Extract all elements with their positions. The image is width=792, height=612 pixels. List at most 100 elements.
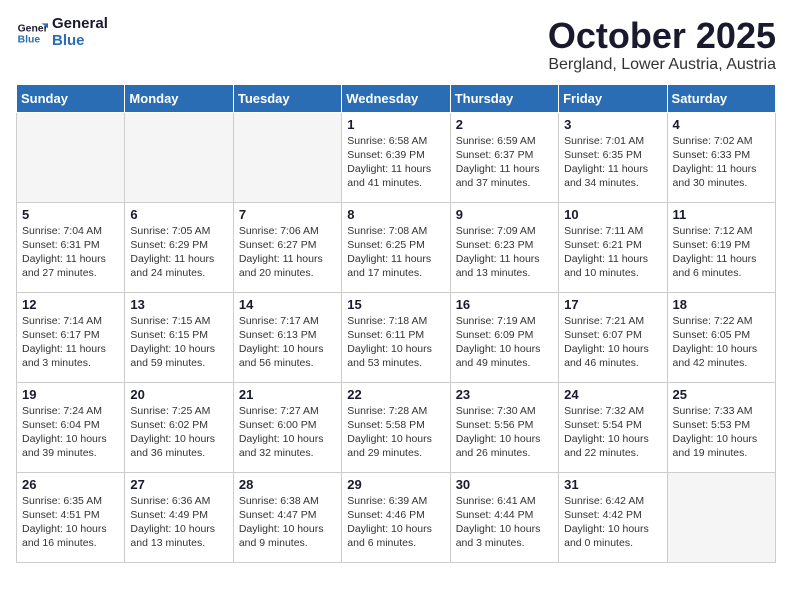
page-header: General Blue General Blue October 2025 B… [16,16,776,74]
day-number: 3 [564,117,661,132]
weekday-header: Wednesday [342,84,450,112]
day-number: 5 [22,207,119,222]
day-number: 14 [239,297,336,312]
calendar-cell: 5Sunrise: 7:04 AMSunset: 6:31 PMDaylight… [17,202,125,292]
day-info: Sunrise: 6:39 AMSunset: 4:46 PMDaylight:… [347,494,444,551]
day-number: 15 [347,297,444,312]
logo-blue: Blue [52,33,108,50]
day-number: 16 [456,297,553,312]
calendar-cell: 31 Sunrise: 6:42 AMSunset: 4:42 PMDayligh… [559,472,667,562]
day-number: 23 [456,387,553,402]
weekday-header-row: SundayMondayTuesdayWednesdayThursdayFrid… [17,84,776,112]
day-info: Sunrise: 6:35 AMSunset: 4:51 PMDaylight:… [22,494,119,551]
day-number: 18 [673,297,770,312]
day-info: Sunrise: 7:32 AMSunset: 5:54 PMDaylight:… [564,404,661,461]
day-number: 1 [347,117,444,132]
day-number: 25 [673,387,770,402]
calendar-cell: 27Sunrise: 6:36 AMSunset: 4:49 PMDayligh… [125,472,233,562]
day-info: Sunrise: 7:19 AMSunset: 6:09 PMDaylight:… [456,314,553,371]
day-info: Sunrise: 7:15 AMSunset: 6:15 PMDaylight:… [130,314,227,371]
day-number: 21 [239,387,336,402]
calendar-week-row: 5Sunrise: 7:04 AMSunset: 6:31 PMDaylight… [17,202,776,292]
day-info: Sunrise: 6:41 AMSunset: 4:44 PMDaylight:… [456,494,553,551]
calendar-cell: 16 Sunrise: 7:19 AMSunset: 6:09 PMDayligh… [450,292,558,382]
day-number: 27 [130,477,227,492]
month-title: October 2025 [548,16,776,56]
day-number: 9 [456,207,553,222]
calendar-cell: 26Sunrise: 6:35 AMSunset: 4:51 PMDayligh… [17,472,125,562]
day-number: 13 [130,297,227,312]
day-info: Sunrise: 7:33 AMSunset: 5:53 PMDaylight:… [673,404,770,461]
day-info: Sunrise: 7:02 AMSunset: 6:33 PMDaylight:… [673,134,770,191]
day-info: Sunrise: 7:24 AMSunset: 6:04 PMDaylight:… [22,404,119,461]
calendar-cell: 18Sunrise: 7:22 AMSunset: 6:05 PMDayligh… [667,292,775,382]
calendar-cell [667,472,775,562]
day-info: Sunrise: 7:28 AMSunset: 5:58 PMDaylight:… [347,404,444,461]
calendar-cell: 8Sunrise: 7:08 AMSunset: 6:25 PMDaylight… [342,202,450,292]
calendar-cell [17,112,125,202]
day-number: 19 [22,387,119,402]
day-info: Sunrise: 6:38 AMSunset: 4:47 PMDaylight:… [239,494,336,551]
day-info: Sunrise: 7:01 AMSunset: 6:35 PMDaylight:… [564,134,661,191]
day-info: Sunrise: 7:12 AMSunset: 6:19 PMDaylight:… [673,224,770,281]
calendar-week-row: 1 Sunrise: 6:58 AMSunset: 6:39 PMDaylight… [17,112,776,202]
calendar-cell: 19 Sunrise: 7:24 AMSunset: 6:04 PMDayligh… [17,382,125,472]
day-number: 11 [673,207,770,222]
day-number: 31 [564,477,661,492]
weekday-header: Tuesday [233,84,341,112]
calendar-cell: 4Sunrise: 7:02 AMSunset: 6:33 PMDaylight… [667,112,775,202]
calendar-week-row: 26Sunrise: 6:35 AMSunset: 4:51 PMDayligh… [17,472,776,562]
calendar-cell: 2Sunrise: 6:59 AMSunset: 6:37 PMDaylight… [450,112,558,202]
day-number: 30 [456,477,553,492]
calendar-cell [233,112,341,202]
calendar-cell: 13 Sunrise: 7:15 AMSunset: 6:15 PMDayligh… [125,292,233,382]
calendar-cell: 10Sunrise: 7:11 AMSunset: 6:21 PMDayligh… [559,202,667,292]
calendar-cell: 22 Sunrise: 7:28 AMSunset: 5:58 PMDayligh… [342,382,450,472]
calendar-table: SundayMondayTuesdayWednesdayThursdayFrid… [16,84,776,563]
day-number: 17 [564,297,661,312]
day-info: Sunrise: 7:17 AMSunset: 6:13 PMDaylight:… [239,314,336,371]
logo: General Blue General Blue [16,16,108,49]
day-info: Sunrise: 7:30 AMSunset: 5:56 PMDaylight:… [456,404,553,461]
logo-general: General [52,16,108,33]
logo-icon: General Blue [16,17,48,49]
calendar-week-row: 19 Sunrise: 7:24 AMSunset: 6:04 PMDayligh… [17,382,776,472]
day-info: Sunrise: 7:25 AMSunset: 6:02 PMDaylight:… [130,404,227,461]
svg-text:Blue: Blue [18,34,41,45]
calendar-cell: 7 Sunrise: 7:06 AMSunset: 6:27 PMDaylight… [233,202,341,292]
calendar-cell: 12Sunrise: 7:14 AMSunset: 6:17 PMDayligh… [17,292,125,382]
calendar-cell: 23 Sunrise: 7:30 AMSunset: 5:56 PMDayligh… [450,382,558,472]
calendar-cell: 11 Sunrise: 7:12 AMSunset: 6:19 PMDayligh… [667,202,775,292]
calendar-cell: 24 Sunrise: 7:32 AMSunset: 5:54 PMDayligh… [559,382,667,472]
day-info: Sunrise: 7:21 AMSunset: 6:07 PMDaylight:… [564,314,661,371]
calendar-week-row: 12Sunrise: 7:14 AMSunset: 6:17 PMDayligh… [17,292,776,382]
day-info: Sunrise: 6:42 AMSunset: 4:42 PMDaylight:… [564,494,661,551]
day-info: Sunrise: 7:09 AMSunset: 6:23 PMDaylight:… [456,224,553,281]
day-info: Sunrise: 6:58 AMSunset: 6:39 PMDaylight:… [347,134,444,191]
day-info: Sunrise: 7:27 AMSunset: 6:00 PMDaylight:… [239,404,336,461]
calendar-cell: 6Sunrise: 7:05 AMSunset: 6:29 PMDaylight… [125,202,233,292]
day-info: Sunrise: 7:11 AMSunset: 6:21 PMDaylight:… [564,224,661,281]
calendar-cell: 28 Sunrise: 6:38 AMSunset: 4:47 PMDayligh… [233,472,341,562]
calendar-cell: 3 Sunrise: 7:01 AMSunset: 6:35 PMDaylight… [559,112,667,202]
calendar-cell [125,112,233,202]
day-number: 22 [347,387,444,402]
calendar-cell: 17 Sunrise: 7:21 AMSunset: 6:07 PMDayligh… [559,292,667,382]
calendar-cell: 30 Sunrise: 6:41 AMSunset: 4:44 PMDayligh… [450,472,558,562]
day-number: 28 [239,477,336,492]
title-block: October 2025 Bergland, Lower Austria, Au… [548,16,776,74]
day-number: 24 [564,387,661,402]
day-number: 7 [239,207,336,222]
day-number: 12 [22,297,119,312]
weekday-header: Monday [125,84,233,112]
day-info: Sunrise: 7:06 AMSunset: 6:27 PMDaylight:… [239,224,336,281]
calendar-cell: 14 Sunrise: 7:17 AMSunset: 6:13 PMDayligh… [233,292,341,382]
day-info: Sunrise: 7:18 AMSunset: 6:11 PMDaylight:… [347,314,444,371]
calendar-cell: 20Sunrise: 7:25 AMSunset: 6:02 PMDayligh… [125,382,233,472]
day-info: Sunrise: 7:05 AMSunset: 6:29 PMDaylight:… [130,224,227,281]
day-info: Sunrise: 7:08 AMSunset: 6:25 PMDaylight:… [347,224,444,281]
weekday-header: Sunday [17,84,125,112]
location: Bergland, Lower Austria, Austria [548,56,776,74]
calendar-cell: 25 Sunrise: 7:33 AMSunset: 5:53 PMDayligh… [667,382,775,472]
weekday-header: Friday [559,84,667,112]
